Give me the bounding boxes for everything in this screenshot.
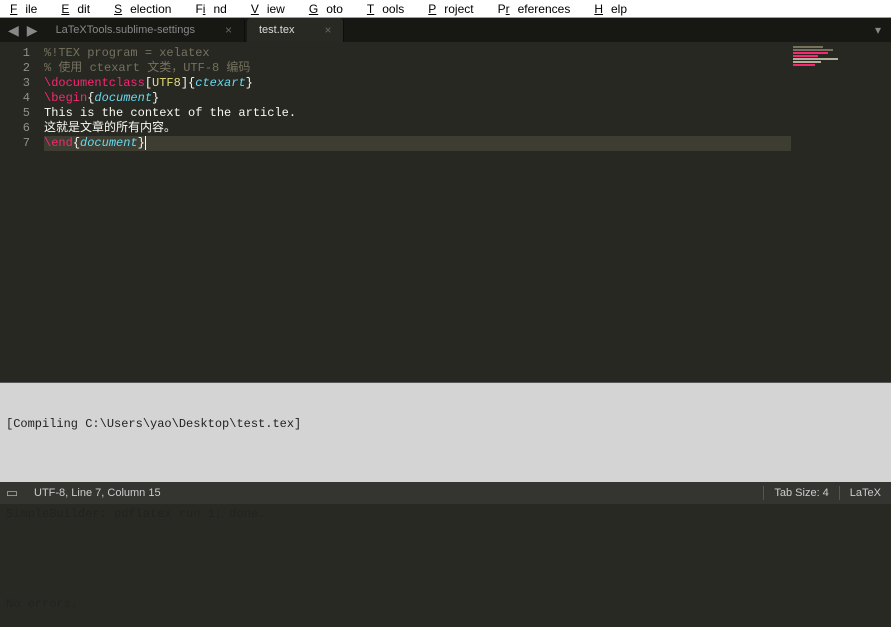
close-icon[interactable]: × (225, 23, 232, 37)
menu-project[interactable]: Project (420, 1, 489, 17)
code-line[interactable]: % 使用 ctexart 文类，UTF-8 编码 (44, 61, 791, 76)
minimap-line (793, 55, 818, 57)
code-line[interactable]: \begin{document} (44, 91, 791, 106)
status-encoding[interactable]: UTF-8, Line 7, Column 15 (24, 487, 171, 499)
menu-help[interactable]: Help (586, 1, 643, 17)
code-line[interactable]: \documentclass[UTF8]{ctexart} (44, 76, 791, 91)
line-gutter: 1234567 (0, 42, 38, 382)
line-number: 5 (0, 106, 30, 121)
line-number: 6 (0, 121, 30, 136)
menu-view[interactable]: View (243, 1, 301, 17)
menu-file[interactable]: File (2, 1, 53, 17)
panel-switcher-icon[interactable]: ▭ (0, 485, 24, 501)
status-tab-size[interactable]: Tab Size: 4 (764, 487, 838, 499)
build-output-panel[interactable]: [Compiling C:\Users\yao\Desktop\test.tex… (0, 382, 891, 482)
line-number: 2 (0, 61, 30, 76)
status-syntax[interactable]: LaTeX (840, 487, 891, 499)
tab-test-tex[interactable]: test.tex × (247, 18, 344, 42)
line-number: 4 (0, 91, 30, 106)
tab-label: test.tex (259, 24, 294, 36)
text-cursor (145, 136, 146, 150)
menu-edit[interactable]: Edit (53, 1, 106, 17)
minimap[interactable] (791, 42, 891, 382)
close-icon[interactable]: × (324, 23, 331, 37)
code-line[interactable]: %!TEX program = xelatex (44, 46, 791, 61)
tab-bar: ◀ ▶ LaTeXTools.sublime-settings × test.t… (0, 18, 891, 42)
minimap-line (793, 49, 833, 51)
minimap-line (793, 46, 823, 48)
minimap-line (793, 58, 838, 60)
tab-overflow-icon[interactable]: ▾ (865, 23, 891, 37)
editor[interactable]: 1234567 %!TEX program = xelatex% 使用 ctex… (0, 42, 891, 382)
tab-latextools-settings[interactable]: LaTeXTools.sublime-settings × (44, 18, 245, 42)
menu-selection[interactable]: Selection (106, 1, 187, 17)
menu-bar: File Edit Selection Find View Goto Tools… (0, 0, 891, 18)
code-line[interactable]: 这就是文章的所有内容。 (44, 121, 791, 136)
code-area[interactable]: %!TEX program = xelatex% 使用 ctexart 文类，U… (38, 42, 791, 382)
line-number: 1 (0, 46, 30, 61)
tab-label: LaTeXTools.sublime-settings (56, 24, 195, 36)
line-number: 7 (0, 136, 30, 151)
line-number: 3 (0, 76, 30, 91)
menu-find[interactable]: Find (187, 1, 242, 17)
menu-goto[interactable]: Goto (301, 1, 359, 17)
nav-back-icon[interactable]: ◀ (4, 22, 23, 39)
minimap-line (793, 61, 821, 63)
minimap-line (793, 52, 828, 54)
status-bar: ▭ UTF-8, Line 7, Column 15 Tab Size: 4 L… (0, 482, 891, 504)
code-line[interactable]: \end{document} (44, 136, 791, 151)
menu-preferences[interactable]: Preferences (490, 1, 587, 17)
console-line: [Compiling C:\Users\yao\Desktop\test.tex… (6, 417, 885, 432)
console-line: SimpleBuilder: pdflatex run 1; done. (6, 507, 885, 522)
nav-forward-icon[interactable]: ▶ (23, 22, 42, 39)
menu-tools[interactable]: Tools (359, 1, 420, 17)
console-line: No errors. (6, 597, 885, 612)
minimap-line (793, 64, 815, 66)
code-line[interactable]: This is the context of the article. (44, 106, 791, 121)
